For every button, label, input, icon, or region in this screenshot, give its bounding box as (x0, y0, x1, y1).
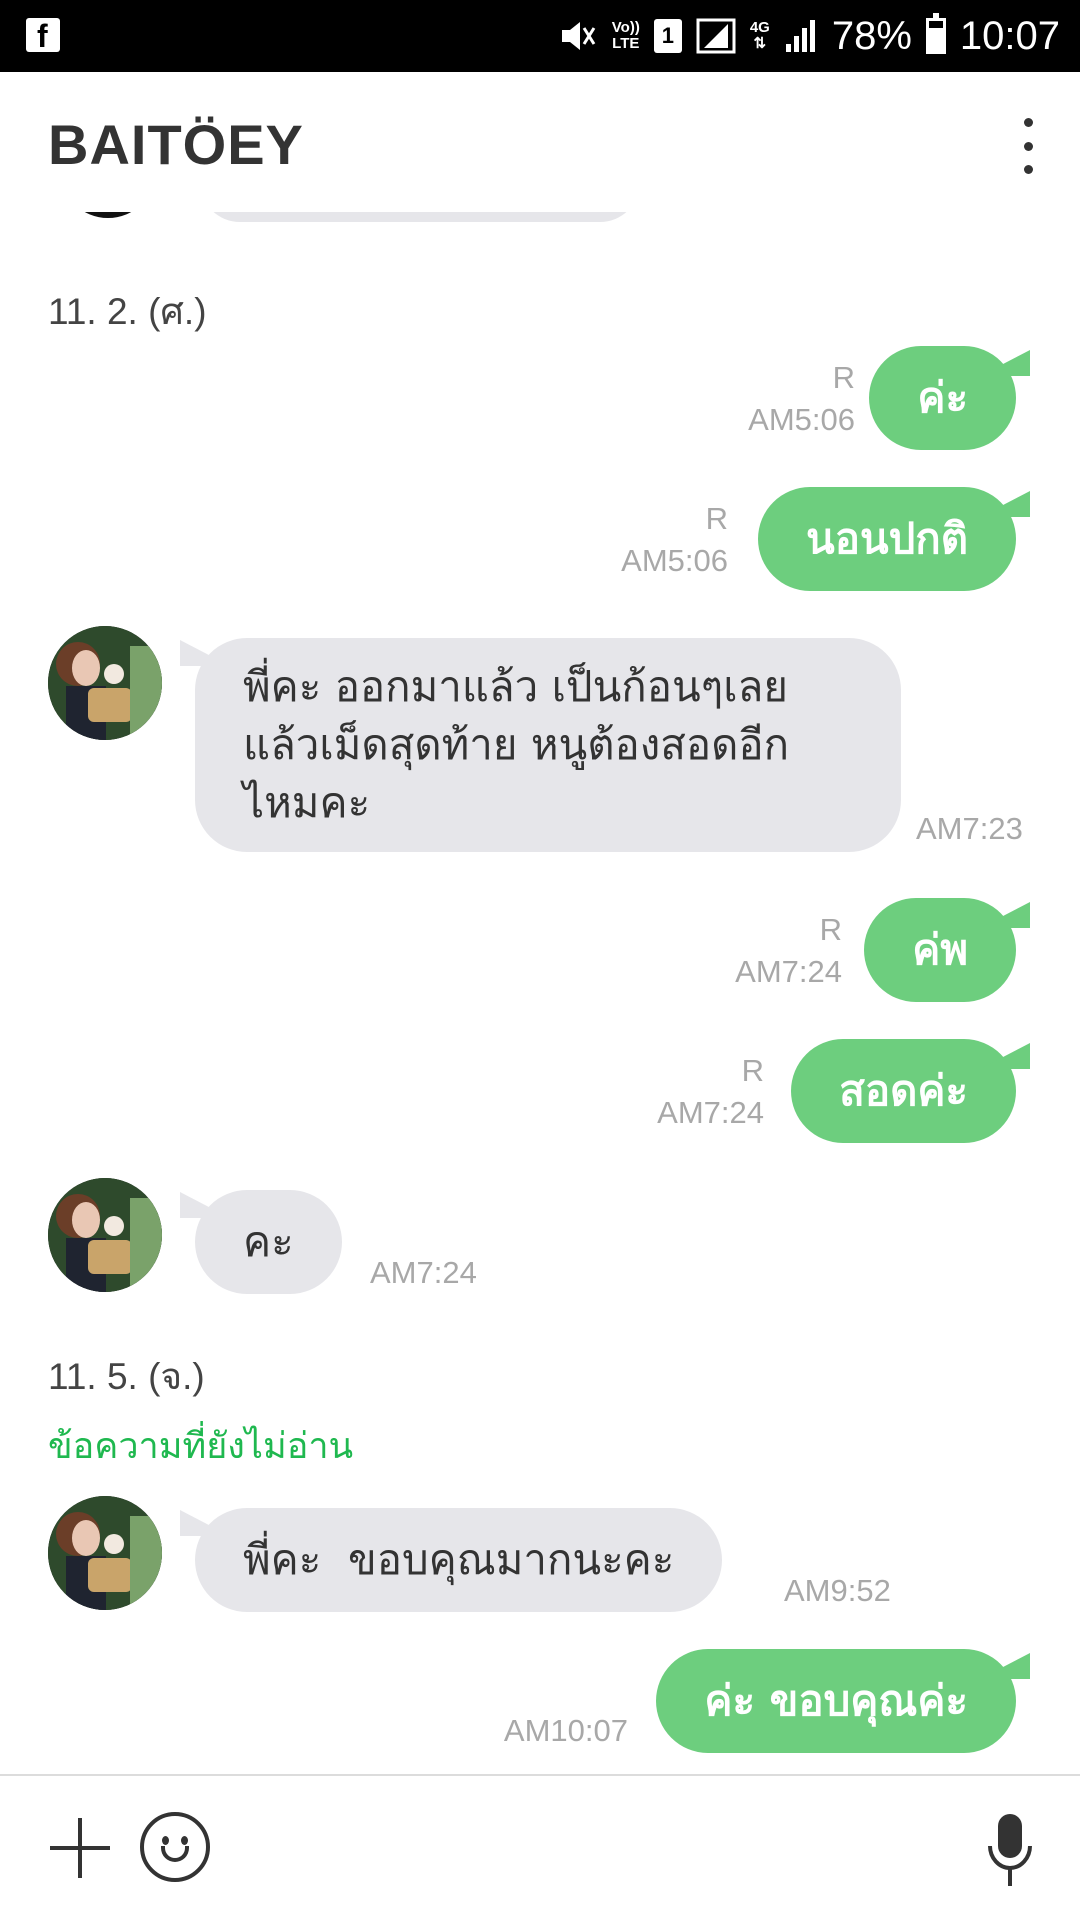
input-bar (0, 1774, 1080, 1920)
date-separator: 11. 5. (จ.) (48, 1356, 205, 1397)
signal-bars-icon (784, 18, 818, 54)
avatar[interactable] (48, 626, 162, 740)
chat-header: BAITÖEY (0, 72, 1080, 220)
avatar-photo (48, 626, 162, 740)
message-time: AM9:52 (784, 1573, 891, 1608)
status-bar: f Vo)) LTE 1 4G ⇅ 78% 10:07 (0, 0, 1080, 72)
network-4g-icon: 4G ⇅ (750, 20, 770, 52)
volte-top-label: Vo)) (611, 19, 640, 36)
message-time: AM10:07 (503, 1713, 628, 1748)
incoming-bubble[interactable]: พี่คะ ขอบคุณมากนะคะ (195, 1508, 723, 1612)
date-separator: 11. 2. (ศ.) (48, 291, 207, 332)
battery-fill (928, 27, 943, 51)
message-time: AM7:24 (657, 1095, 764, 1130)
message-text: พี่คะ ขอบคุณมากนะคะ (243, 1535, 675, 1584)
message-text: ค่ะ (917, 373, 968, 422)
more-vertical-icon[interactable] (1016, 118, 1040, 174)
battery-icon (925, 13, 946, 54)
avatar[interactable] (60, 212, 156, 218)
read-receipt: R (819, 912, 842, 947)
clock: 10:07 (959, 13, 1060, 58)
message-meta: R AM5:06 (748, 357, 855, 441)
read-receipt: R (832, 360, 855, 395)
incoming-bubble[interactable] (200, 212, 640, 222)
avatar-photo (48, 1496, 162, 1610)
bubble-tail (980, 350, 1030, 376)
message-text: สอดค่ะ (839, 1066, 968, 1115)
avatar[interactable] (48, 1178, 162, 1292)
volte-icon: Vo)) LTE (612, 20, 640, 52)
read-receipt: R (741, 1053, 764, 1088)
message-line: แล้วเม็ดสุดท้าย หนูต้องสอดอีก (243, 720, 790, 769)
message-text: นอนปกติ (805, 514, 968, 563)
microphone-icon[interactable] (986, 1812, 1034, 1888)
outgoing-bubble[interactable]: นอนปกติ (757, 487, 1016, 591)
plus-icon[interactable] (50, 1818, 110, 1878)
smiley-icon[interactable] (140, 1812, 210, 1882)
sim-icon: 1 (653, 19, 682, 53)
message-time: AM7:23 (916, 811, 1023, 846)
network-bottom-label: ⇅ (753, 35, 767, 52)
facebook-icon: f (26, 18, 60, 54)
avatar-photo (48, 1178, 162, 1292)
avatar[interactable] (48, 1496, 162, 1610)
incoming-bubble[interactable]: พี่คะ ออกมาแล้ว เป็นก้อนๆเลย แล้วเม็ดสุด… (195, 638, 901, 852)
unread-divider: ข้อความที่ยังไม่อ่าน (48, 1425, 354, 1466)
message-time: AM7:24 (735, 954, 842, 989)
message-meta: R AM7:24 (735, 909, 842, 993)
mute-icon (558, 16, 598, 56)
volte-bottom-label: LTE (612, 35, 640, 52)
message-text: คะ (243, 1217, 294, 1266)
incoming-bubble[interactable]: คะ (195, 1190, 342, 1294)
chat-title: BAITÖEY (48, 113, 304, 176)
signal-icon (696, 16, 736, 56)
battery-percent: 78% (831, 13, 912, 58)
status-icons: Vo)) LTE 1 4G ⇅ 78% 10:07 (558, 10, 1060, 62)
message-meta: R AM7:24 (657, 1050, 764, 1134)
message-list[interactable]: 11. 2. (ศ.) R AM5:06 ค่ะ R AM5:06 นอนปกต… (0, 212, 1080, 1774)
message-meta: R AM5:06 (621, 498, 728, 582)
bubble-tail (980, 902, 1030, 928)
message-text: ค่พ (912, 925, 968, 974)
network-top-label: 4G (749, 19, 770, 36)
outgoing-bubble[interactable]: ค่ะ ขอบคุณค่ะ (656, 1649, 1016, 1753)
read-receipt: R (705, 501, 728, 536)
message-line: พี่คะ ออกมาแล้ว เป็นก้อนๆเลย (243, 662, 788, 711)
message-time: AM5:06 (748, 402, 855, 437)
message-text: ค่ะ ขอบคุณค่ะ (704, 1676, 968, 1725)
bubble-tail (980, 491, 1030, 517)
message-time: AM7:24 (370, 1255, 477, 1290)
bubble-tail (980, 1653, 1030, 1679)
message-time: AM5:06 (621, 543, 728, 578)
bubble-tail (980, 1043, 1030, 1069)
message-line: ไหมคะ (243, 778, 371, 827)
